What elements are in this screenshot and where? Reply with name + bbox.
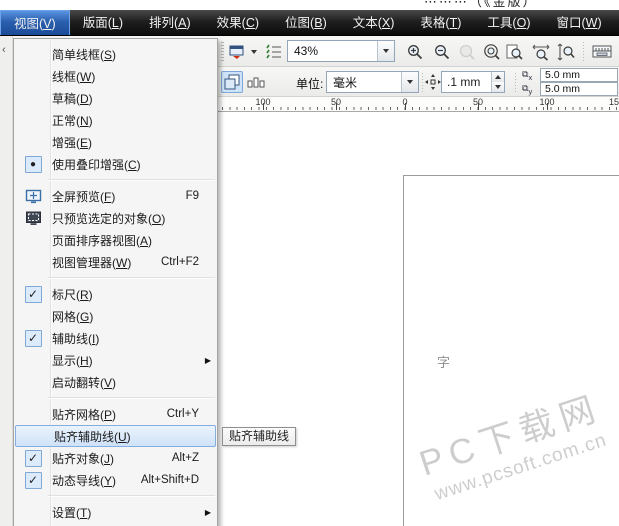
menu-item-normal[interactable]: 正常(N) (14, 109, 217, 131)
menubar-item-text[interactable]: 文本(X) (340, 10, 408, 35)
menubar-item-window[interactable]: 窗口(W) (543, 10, 614, 35)
menu-bar: 视图(V) 版面(L) 排列(A) 效果(C) 位图(B) 文本(X) 表格(T… (0, 10, 619, 36)
checkmark-icon: ✓ (25, 450, 42, 467)
ruler-minor-ticks (222, 107, 619, 110)
zoom-page-icon[interactable] (503, 41, 525, 63)
zoom-out-icon[interactable] (431, 41, 453, 63)
menubar-item-bitmaps[interactable]: 位图(B) (272, 10, 340, 35)
ruler-major-tick (405, 103, 406, 110)
menu-item-enhanced-with-overprints[interactable]: ● 使用叠印增强(C) (14, 153, 217, 175)
menubar-item-table[interactable]: 表格(T) (407, 10, 474, 35)
ruler-major-tick (263, 103, 264, 110)
nudge-offset-value: .1 mm (442, 72, 491, 92)
duplicate-distance-y-field[interactable]: 5.0 mm (540, 82, 618, 96)
menu-item-snap-to-grid[interactable]: 贴齐网格(P)Ctrl+Y (14, 403, 217, 425)
menu-item-draft[interactable]: 草稿(D) (14, 87, 217, 109)
ruler-major-tick (547, 103, 548, 110)
duplicate-x-icon: ⧉x (522, 69, 532, 82)
window-title-strip: ⋯⋯⋯（《金版） (0, 0, 619, 10)
scroll-left-chevron: ‹ (2, 44, 6, 56)
view-menu-dropdown: 简单线框(S) 线框(W) 草稿(D) 正常(N) 增强(E) ● 使用叠印增强… (13, 38, 218, 526)
preview-selected-icon (25, 211, 42, 226)
menu-separator (14, 273, 217, 283)
duplicate-distance-x-field[interactable]: 5.0 mm (540, 68, 618, 82)
menu-item-grid[interactable]: 网格(G) (14, 305, 217, 327)
checkmark-icon: ✓ (25, 286, 42, 303)
document-page[interactable] (403, 175, 619, 526)
menu-item-fullscreen-preview[interactable]: 全屏预览(F)F9 (14, 185, 217, 207)
submenu-arrow-icon: ▶ (205, 508, 211, 517)
menubar-item-view[interactable]: 视图(V) (0, 10, 70, 35)
menubar-item-help[interactable]: 帮助(H) (615, 10, 619, 35)
menubar-item-layout[interactable]: 版面(L) (70, 10, 136, 35)
zoom-width-icon[interactable] (530, 41, 552, 63)
zoom-level-value: 43% (288, 44, 377, 58)
nudge-offset-field[interactable]: .1 mm (441, 71, 505, 93)
menu-item-page-sorter-view[interactable]: 页面排序器视图(A) (14, 229, 217, 251)
menu-item-enable-rollover[interactable]: 启动翻转(V) (14, 371, 217, 393)
presenter-monitor-icon[interactable] (226, 41, 248, 63)
presenter-dropdown-caret[interactable] (248, 41, 260, 63)
toolbar-grip[interactable] (221, 42, 224, 61)
checkmark-icon: ✓ (25, 330, 42, 347)
menu-item-show[interactable]: 显示(H) ▶ (14, 349, 217, 371)
menu-separator (14, 393, 217, 403)
window-ruler-icon[interactable] (591, 41, 613, 63)
app-window: ⋯⋯⋯（《金版） 视图(V) 版面(L) 排列(A) 效果(C) 位图(B) 文… (0, 0, 619, 526)
ruler-major-tick (336, 103, 337, 110)
zoom-all-objects-icon[interactable] (481, 41, 503, 63)
cascade-pages-icon[interactable] (221, 71, 243, 93)
menu-item-enhanced[interactable]: 增强(E) (14, 131, 217, 153)
menu-separator (14, 175, 217, 185)
menu-item-wireframe[interactable]: 线框(W) (14, 65, 217, 87)
unit-value: 毫米 (327, 74, 401, 91)
zoom-height-icon[interactable] (555, 41, 577, 63)
view-checklist-icon[interactable] (263, 41, 285, 63)
nudge-spin-up[interactable] (492, 72, 504, 82)
zoom-level-combobox[interactable]: 43% (287, 40, 395, 62)
fullscreen-preview-icon (25, 189, 42, 204)
menu-item-guidelines[interactable]: ✓ 辅助线(I) (14, 327, 217, 349)
menu-item-preview-selected-only[interactable]: 只预览选定的对象(O) (14, 207, 217, 229)
page-text-object[interactable]: 字 (437, 352, 450, 371)
toolbar-separator (583, 42, 584, 61)
menubar-item-tools[interactable]: 工具(O) (474, 10, 543, 35)
zoom-selected-icon (456, 41, 478, 63)
unit-combobox-chevron[interactable] (401, 72, 418, 92)
menu-item-snap-to-objects[interactable]: ✓ 贴齐对象(J)Alt+Z (14, 447, 217, 469)
menu-item-rulers[interactable]: ✓ 标尺(R) (14, 283, 217, 305)
nudge-offset-icon (424, 71, 442, 93)
toolbar-separator (422, 73, 423, 92)
pages-row-icon[interactable] (245, 71, 267, 93)
zoom-in-icon[interactable] (404, 41, 426, 63)
nudge-spin-down[interactable] (492, 82, 504, 92)
menubar-item-effects[interactable]: 效果(C) (204, 10, 272, 35)
ruler-label: 15 (609, 97, 619, 107)
checkmark-icon: ✓ (25, 472, 42, 489)
menu-item-simple-wireframe[interactable]: 简单线框(S) (14, 43, 217, 65)
unit-label: 单位: (296, 75, 323, 92)
zoom-combobox-chevron[interactable] (377, 41, 394, 61)
partial-title-text: ⋯⋯⋯（《金版） (424, 0, 538, 10)
submenu-arrow-icon: ▶ (205, 356, 211, 365)
menu-item-snap-to-guidelines[interactable]: 贴齐辅助线(U) (15, 425, 216, 447)
menu-item-dynamic-guides[interactable]: ✓ 动态导线(Y)Alt+Shift+D (14, 469, 217, 491)
menubar-item-arrange[interactable]: 排列(A) (136, 10, 204, 35)
menu-item-setup[interactable]: 设置(T) ▶ (14, 501, 217, 523)
toolbar-separator (515, 73, 516, 92)
duplicate-y-icon: ⧉y (522, 83, 532, 96)
unit-combobox[interactable]: 毫米 (326, 71, 419, 93)
menu-separator (14, 491, 217, 501)
menu-item-view-manager[interactable]: 视图管理器(W)Ctrl+F2 (14, 251, 217, 273)
left-toolbar-strip: ‹ (0, 36, 13, 526)
tooltip: 贴齐辅助线 (222, 427, 296, 446)
radio-bullet-icon: ● (25, 156, 42, 173)
ruler-major-tick (478, 103, 479, 110)
